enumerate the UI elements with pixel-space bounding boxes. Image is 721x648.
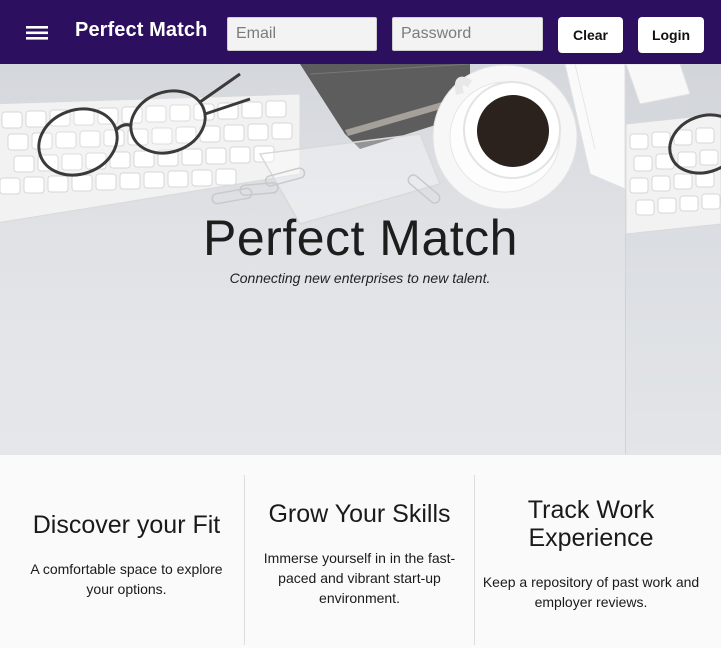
feature-card: Track Work Experience Keep a repository … [476, 475, 706, 645]
coffee-cup-image [432, 64, 578, 210]
feature-description: A comfortable space to explore your opti… [30, 561, 223, 597]
feature-card: Grow Your Skills Immerse yourself in in … [244, 475, 475, 645]
feature-description: Immerse yourself in in the fast-paced an… [263, 550, 456, 606]
feature-description: Keep a repository of past work and emplo… [482, 574, 700, 610]
features-section: Discover your Fit A comfortable space to… [0, 454, 721, 648]
feature-title: Track Work Experience [527, 496, 655, 552]
top-app-bar: Perfect Match Clear Login [0, 0, 721, 64]
hero-banner: Perfect Match Connecting new enterprises… [0, 64, 721, 454]
login-button[interactable]: Login [638, 17, 704, 53]
clear-button[interactable]: Clear [558, 17, 623, 53]
menu-button[interactable] [22, 20, 54, 44]
email-input[interactable] [227, 17, 377, 51]
password-input[interactable] [392, 17, 543, 51]
hero-title: Perfect Match [203, 210, 518, 266]
feature-title: Discover your Fit [32, 511, 221, 539]
feature-card: Discover your Fit A comfortable space to… [10, 475, 243, 645]
brand-title: Perfect Match [75, 19, 208, 41]
hero-subtitle: Connecting new enterprises to new talent… [229, 270, 491, 286]
hero-title-wrap: Perfect Match [0, 209, 721, 267]
hamburger-menu-icon [26, 26, 48, 40]
feature-title: Grow Your Skills [268, 500, 451, 528]
